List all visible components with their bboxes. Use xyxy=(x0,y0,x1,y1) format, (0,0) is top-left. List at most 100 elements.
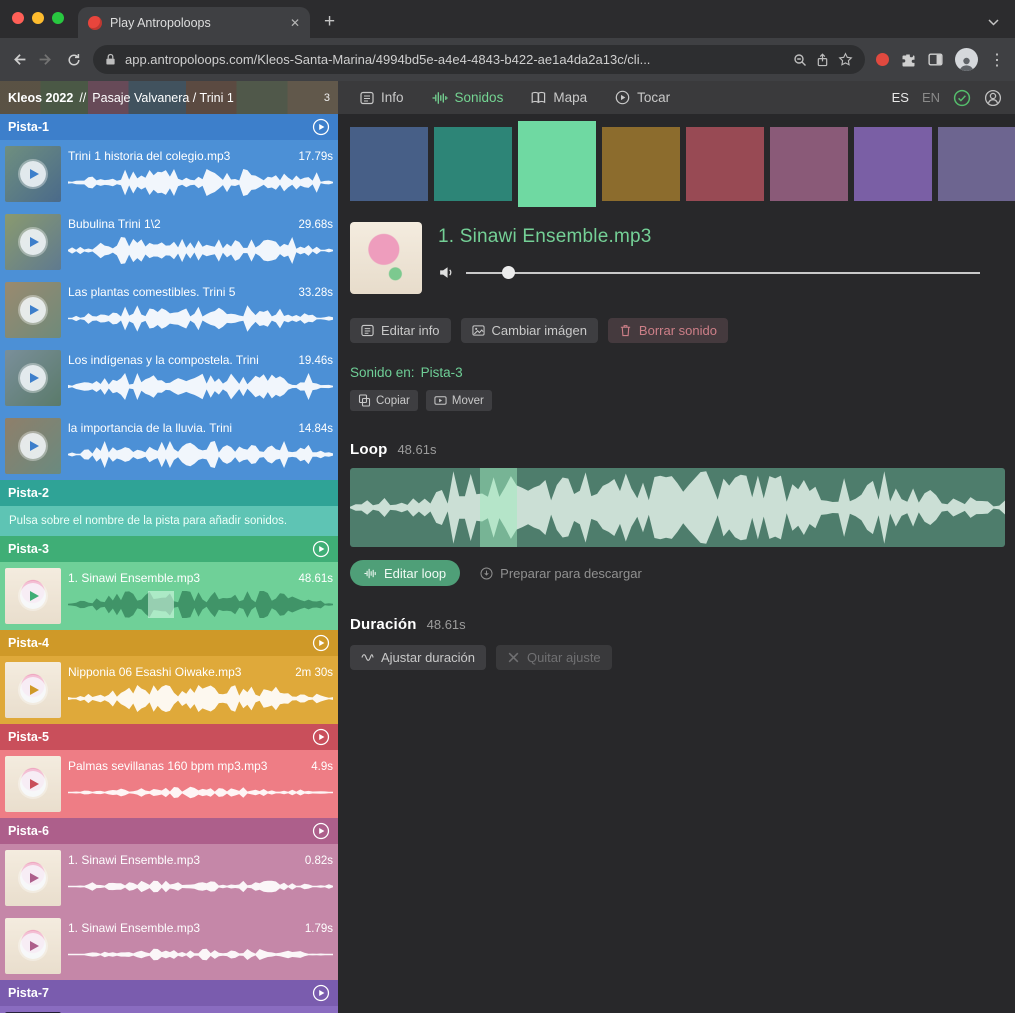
sound-item[interactable]: 1. Sinawi Ensemble.mp30.82s xyxy=(0,844,338,912)
track-header[interactable]: Pista-5 xyxy=(0,724,338,750)
sound-item[interactable]: la importancia de la lluvia. Trini14.84s xyxy=(0,412,338,480)
palette-swatch[interactable] xyxy=(770,127,848,201)
track-header[interactable]: Pista-2 xyxy=(0,480,338,506)
track-header[interactable]: Pista-3 xyxy=(0,536,338,562)
play-overlay-icon[interactable] xyxy=(20,583,46,609)
play-overlay-icon[interactable] xyxy=(20,771,46,797)
track-play-button[interactable] xyxy=(312,634,330,652)
sound-item[interactable]: Nipponia 06 Esashi Oiwake.mp32m 30s xyxy=(0,656,338,724)
play-overlay-icon[interactable] xyxy=(20,677,46,703)
play-overlay-icon[interactable] xyxy=(20,297,46,323)
sound-item[interactable]: 1. Sinawi Ensemble.mp348.61s xyxy=(0,562,338,630)
loop-waveform[interactable] xyxy=(350,468,1005,547)
volume-knob[interactable] xyxy=(502,266,515,279)
sound-item-waveform xyxy=(68,591,333,618)
palette-swatch[interactable] xyxy=(854,127,932,201)
back-button[interactable] xyxy=(10,51,27,68)
palette-swatch[interactable] xyxy=(350,127,428,201)
extensions-puzzle-icon[interactable] xyxy=(900,52,916,68)
reload-button[interactable] xyxy=(66,52,82,68)
track-header[interactable]: Pista-4 xyxy=(0,630,338,656)
lang-es-button[interactable]: ES xyxy=(892,90,909,105)
sound-item[interactable]: Musica completa2m 15s xyxy=(0,1006,338,1013)
track-play-button[interactable] xyxy=(312,728,330,746)
sound-item-header: 1. Sinawi Ensemble.mp31.79s xyxy=(68,921,333,935)
play-overlay-icon[interactable] xyxy=(20,433,46,459)
track-header[interactable]: Pista-6 xyxy=(0,818,338,844)
minimize-window-button[interactable] xyxy=(32,12,44,24)
track-play-button[interactable] xyxy=(312,984,330,1002)
volume-slider[interactable] xyxy=(466,266,980,279)
move-button[interactable]: Mover xyxy=(426,390,492,411)
browser-tab[interactable]: Play Antropoloops ✕ xyxy=(78,7,310,38)
sound-item[interactable]: Las plantas comestibles. Trini 533.28s xyxy=(0,276,338,344)
sound-in-track-link[interactable]: Pista-3 xyxy=(421,365,463,380)
forward-button[interactable] xyxy=(38,51,55,68)
palette-swatch[interactable] xyxy=(434,127,512,201)
copy-button[interactable]: Copiar xyxy=(350,390,418,411)
loop-selection-band[interactable] xyxy=(480,468,517,547)
edit-info-button[interactable]: Editar info xyxy=(350,318,451,343)
breadcrumb-page[interactable]: Pasaje Valvanera / Trini 1 xyxy=(92,91,234,105)
account-icon[interactable] xyxy=(984,89,1002,107)
change-image-button[interactable]: Cambiar imágen xyxy=(461,318,598,343)
tab-search-chevron-icon[interactable] xyxy=(988,19,999,26)
sound-item-info: la importancia de la lluvia. Trini14.84s xyxy=(68,418,333,474)
nav-tab-info[interactable]: Info xyxy=(360,90,404,105)
breadcrumb[interactable]: Kleos 2022 // Pasaje Valvanera / Trini 1… xyxy=(0,81,338,114)
sound-item[interactable]: Palmas sevillanas 160 bpm mp3.mp34.9s xyxy=(0,750,338,818)
track-play-button[interactable] xyxy=(312,540,330,558)
browser-menu-icon[interactable]: ⋮ xyxy=(989,50,1005,70)
sync-check-icon[interactable] xyxy=(953,89,971,107)
track-section: Pista-61. Sinawi Ensemble.mp30.82s 1. Sin… xyxy=(0,818,338,980)
new-tab-button[interactable]: + xyxy=(324,12,335,31)
adjust-duration-button[interactable]: Ajustar duración xyxy=(350,645,486,670)
profile-avatar[interactable] xyxy=(955,48,978,71)
nav-tab-sonidos[interactable]: Sonidos xyxy=(432,90,504,105)
maximize-window-button[interactable] xyxy=(52,12,64,24)
close-window-button[interactable] xyxy=(12,12,24,24)
share-icon[interactable] xyxy=(816,53,829,67)
play-overlay-icon[interactable] xyxy=(20,865,46,891)
track-play-button[interactable] xyxy=(312,118,330,136)
track-play-button[interactable] xyxy=(312,822,330,840)
bookmark-star-icon[interactable] xyxy=(838,52,853,67)
breadcrumb-project[interactable]: Kleos 2022 xyxy=(8,91,73,105)
loop-duration: 48.61s xyxy=(397,442,436,457)
play-overlay-icon[interactable] xyxy=(20,161,46,187)
recording-indicator-icon[interactable] xyxy=(876,53,889,66)
sound-item[interactable]: Los indígenas y la compostela. Trini19.4… xyxy=(0,344,338,412)
track-name: Pista-4 xyxy=(8,636,49,650)
speaker-icon[interactable] xyxy=(438,265,455,280)
track-header[interactable]: Pista-1 xyxy=(0,114,338,140)
track-header[interactable]: Pista-7 xyxy=(0,980,338,1006)
edit-loop-button[interactable]: Editar loop xyxy=(350,560,460,586)
palette-swatch[interactable] xyxy=(938,127,1015,201)
track-play-icon xyxy=(312,984,330,1002)
sound-image[interactable] xyxy=(350,222,422,294)
side-panel-icon[interactable] xyxy=(927,51,944,68)
duration-actions-row: Ajustar duración Quitar ajuste xyxy=(350,645,1005,670)
palette-swatch[interactable] xyxy=(602,127,680,201)
sound-item-duration: 19.46s xyxy=(298,355,333,367)
palette-swatch[interactable] xyxy=(518,121,596,207)
prepare-download-button[interactable]: Preparar para descargar xyxy=(478,561,644,586)
play-overlay-icon[interactable] xyxy=(20,229,46,255)
play-overlay-icon[interactable] xyxy=(20,365,46,391)
sound-item[interactable]: 1. Sinawi Ensemble.mp31.79s xyxy=(0,912,338,980)
nav-tab-tocar[interactable]: Tocar xyxy=(615,90,670,105)
zoom-icon[interactable] xyxy=(793,53,807,67)
sound-item[interactable]: Trini 1 historia del colegio.mp317.79s xyxy=(0,140,338,208)
palette-swatch[interactable] xyxy=(686,127,764,201)
delete-sound-button[interactable]: Borrar sonido xyxy=(608,318,728,343)
play-overlay-icon[interactable] xyxy=(20,933,46,959)
adjust-icon xyxy=(361,651,374,664)
sound-item[interactable]: Bubulina Trini 1\229.68s xyxy=(0,208,338,276)
remove-adjust-button[interactable]: Quitar ajuste xyxy=(496,645,612,670)
sound-item-waveform xyxy=(68,441,333,468)
tab-close-icon[interactable]: ✕ xyxy=(290,16,300,30)
address-bar[interactable]: app.antropoloops.com/Kleos-Santa-Marina/… xyxy=(93,45,865,74)
url-text[interactable]: app.antropoloops.com/Kleos-Santa-Marina/… xyxy=(125,52,784,67)
nav-tab-mapa[interactable]: Mapa xyxy=(531,90,587,105)
lang-en-button[interactable]: EN xyxy=(922,90,940,105)
